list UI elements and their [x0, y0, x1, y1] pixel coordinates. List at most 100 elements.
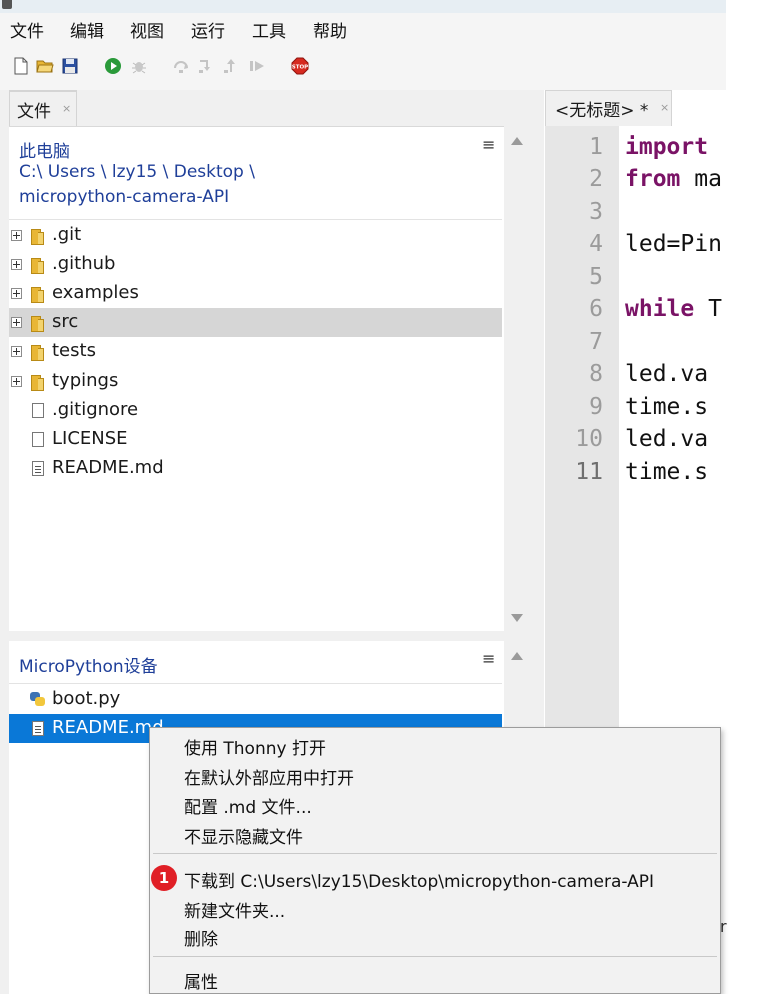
- code-line: led.va: [625, 361, 709, 387]
- menu-item-download[interactable]: 下载到 C:\Users\lzy15\Desktop\micropython-c…: [184, 867, 654, 892]
- item-name: LICENSE: [52, 428, 128, 449]
- list-item[interactable]: .git: [9, 221, 502, 250]
- run-icon[interactable]: [104, 57, 122, 75]
- step-into-icon: [199, 60, 210, 73]
- folder-icon: [31, 229, 44, 245]
- menu-help[interactable]: 帮助: [313, 17, 347, 42]
- line-number: 1: [589, 134, 603, 160]
- local-files-panel: 此电脑 C:\ Users \ lzy15 \ Desktop \ microp…: [9, 126, 504, 631]
- line-number: 5: [589, 264, 603, 290]
- menu-edit[interactable]: 编辑: [70, 17, 104, 42]
- list-item[interactable]: examples: [9, 279, 502, 308]
- app-logo-icon: [2, 0, 12, 9]
- toolbar: STOP: [0, 43, 726, 90]
- code-line: led=Pin: [625, 231, 722, 257]
- code-line: led.va: [625, 426, 709, 452]
- resume-icon: [250, 61, 264, 71]
- menu-icon[interactable]: ≡: [482, 649, 495, 668]
- python-file-icon: [29, 691, 47, 708]
- editor-tab-label: <无标题> *: [555, 101, 649, 121]
- line-number-current: 11: [575, 459, 603, 485]
- menu-bar: 文件 编辑 视图 运行 工具 帮助: [0, 13, 726, 43]
- divider: [9, 219, 502, 220]
- line-number: 4: [589, 231, 603, 257]
- close-icon[interactable]: ×: [62, 102, 71, 115]
- expand-icon[interactable]: [11, 288, 22, 299]
- folder-icon: [31, 287, 44, 303]
- file-icon: [32, 403, 44, 418]
- title-bar: [0, 0, 726, 13]
- list-item[interactable]: typings: [9, 367, 502, 396]
- expand-icon[interactable]: [11, 376, 22, 387]
- scroll-up-icon[interactable]: [511, 137, 523, 145]
- menu-item-configure-md[interactable]: 配置 .md 文件...: [184, 793, 312, 818]
- scroll-up-icon[interactable]: [511, 652, 523, 660]
- menu-item-open-thonny[interactable]: 使用 Thonny 打开: [184, 734, 326, 759]
- scroll-down-icon[interactable]: [511, 614, 523, 622]
- device-title: MicroPython设备: [19, 657, 158, 677]
- menu-item-new-folder[interactable]: 新建文件夹...: [184, 897, 285, 922]
- line-number: 2: [589, 166, 603, 192]
- menu-run[interactable]: 运行: [191, 17, 225, 42]
- list-item[interactable]: .github: [9, 250, 502, 279]
- stop-icon[interactable]: STOP: [291, 57, 309, 75]
- step-badge: 1: [151, 865, 177, 891]
- open-folder-icon[interactable]: [36, 57, 54, 75]
- menu-icon[interactable]: ≡: [482, 135, 495, 154]
- item-name: tests: [52, 340, 96, 361]
- line-number: 9: [589, 394, 603, 420]
- menu-item-open-external[interactable]: 在默认外部应用中打开: [184, 764, 354, 789]
- tab-editor[interactable]: <无标题> * ×: [545, 90, 672, 126]
- text-file-icon: [32, 721, 44, 736]
- file-icon: [32, 432, 44, 447]
- code-line: time.s: [625, 459, 709, 485]
- expand-icon[interactable]: [11, 317, 22, 328]
- debug-icon: [132, 62, 146, 74]
- code-line: import: [625, 134, 709, 160]
- text-file-icon: [32, 461, 44, 476]
- line-number: 7: [589, 329, 603, 355]
- expand-icon[interactable]: [11, 346, 22, 357]
- local-scrollbar[interactable]: [504, 126, 530, 631]
- menu-item-delete[interactable]: 删除: [184, 925, 218, 950]
- expand-icon[interactable]: [11, 259, 22, 270]
- folder-icon: [31, 316, 44, 332]
- line-number: 8: [589, 361, 603, 387]
- location-title: 此电脑: [19, 142, 70, 162]
- line-number: 3: [589, 199, 603, 225]
- menu-view[interactable]: 视图: [130, 17, 164, 42]
- tab-files[interactable]: 文件 ×: [9, 90, 77, 126]
- breadcrumb[interactable]: C:\ Users \ lzy15 \ Desktop \: [19, 162, 255, 182]
- list-item[interactable]: LICENSE: [9, 425, 502, 454]
- list-item[interactable]: README.md: [9, 454, 502, 483]
- code-line: while T: [625, 296, 722, 322]
- expand-icon[interactable]: [11, 230, 22, 241]
- svg-text:STOP: STOP: [292, 65, 308, 71]
- menu-item-hide-hidden[interactable]: 不显示隐藏文件: [184, 823, 303, 848]
- list-item[interactable]: tests: [9, 337, 502, 366]
- step-over-icon: [174, 61, 188, 73]
- step-out-icon: [224, 59, 235, 73]
- tab-files-label: 文件: [17, 102, 51, 122]
- menu-tools[interactable]: 工具: [252, 17, 286, 42]
- line-number: 6: [589, 296, 603, 322]
- list-item[interactable]: boot.py: [9, 685, 502, 714]
- context-menu: 使用 Thonny 打开 在默认外部应用中打开 配置 .md 文件... 不显示…: [149, 727, 721, 994]
- item-name: .git: [52, 224, 82, 245]
- code-line: from ma: [625, 166, 722, 192]
- code-line: time.s: [625, 394, 709, 420]
- new-file-icon[interactable]: [12, 57, 30, 75]
- folder-icon: [31, 258, 44, 274]
- item-name: README.md: [52, 717, 164, 738]
- item-name: .github: [52, 253, 116, 274]
- list-item-selected[interactable]: src: [9, 308, 502, 337]
- menu-separator: [153, 853, 717, 854]
- close-icon[interactable]: ×: [660, 101, 669, 114]
- save-icon[interactable]: [61, 57, 79, 75]
- breadcrumb-folder[interactable]: micropython-camera-API: [19, 187, 229, 207]
- item-name: .gitignore: [52, 399, 139, 420]
- item-name: examples: [52, 282, 139, 303]
- menu-item-properties[interactable]: 属性: [184, 968, 218, 993]
- list-item[interactable]: .gitignore: [9, 396, 502, 425]
- menu-file[interactable]: 文件: [10, 17, 44, 42]
